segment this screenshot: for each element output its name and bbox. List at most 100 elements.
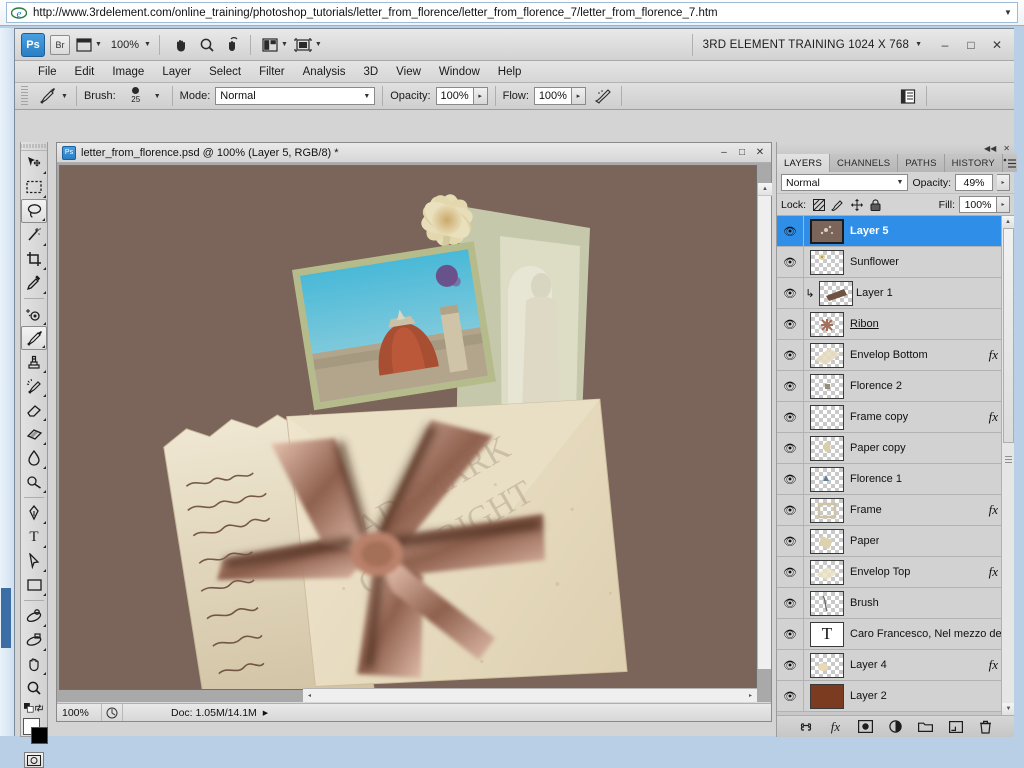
airbrush-toggle-button[interactable]	[592, 84, 614, 108]
layer-visibility-toggle[interactable]: 👁	[777, 371, 804, 401]
scroll-up-icon[interactable]: ▲	[758, 183, 772, 196]
layer-visibility-toggle[interactable]: 👁	[777, 247, 804, 277]
tab-history[interactable]: HISTORY	[944, 154, 1003, 172]
table-row[interactable]: 👁 T Caro Francesco, Nel mezzo de...	[777, 619, 1014, 650]
opacity-stepper[interactable]: ▸	[473, 87, 488, 105]
image-canvas[interactable]: TRADEMARK COPYRIGHT	[59, 165, 757, 690]
menu-filter[interactable]: Filter	[250, 61, 294, 83]
lock-all-icon[interactable]	[869, 198, 882, 211]
adjustment-layer-button[interactable]	[887, 719, 904, 735]
layer-name[interactable]: Frame	[850, 504, 882, 516]
brush-preset-picker[interactable]: 25	[121, 84, 151, 108]
launch-bridge-button[interactable]: Br	[49, 33, 71, 57]
document-title-bar[interactable]: Ps letter_from_florence.psd @ 100% (Laye…	[57, 143, 771, 163]
toolbox-grip[interactable]	[21, 142, 47, 151]
layer-visibility-toggle[interactable]: 👁	[777, 309, 804, 339]
layer-name[interactable]: Brush	[850, 597, 879, 609]
layer-name[interactable]: Envelop Bottom	[850, 349, 928, 361]
link-layers-button[interactable]	[797, 719, 814, 735]
layer-visibility-toggle[interactable]: 👁	[777, 619, 804, 649]
table-row[interactable]: 👁 Florence 2	[777, 371, 1014, 402]
tool-brush[interactable]	[21, 326, 47, 350]
table-row[interactable]: 👁 Layer 5	[777, 216, 1014, 247]
layer-name[interactable]: Caro Francesco, Nel mezzo de...	[850, 628, 1011, 640]
document-minimize-button[interactable]: –	[715, 144, 733, 162]
chevron-down-icon[interactable]: ▼	[154, 93, 161, 100]
layer-list[interactable]: 👁 Layer 5 👁 Sunflower 👁 ↳ Layer 1 👁 Ribo…	[777, 216, 1014, 715]
collapse-panel-icon[interactable]: ◀◀	[984, 144, 996, 153]
rotate-view-tool-button[interactable]	[222, 33, 244, 57]
panel-menu-icon[interactable]	[1002, 154, 1017, 172]
scroll-up-icon[interactable]: ▲	[1002, 216, 1014, 228]
tool-path-selection[interactable]	[21, 549, 47, 573]
tool-rectangular-marquee[interactable]	[21, 175, 47, 199]
table-row[interactable]: 👁 Paper copy	[777, 433, 1014, 464]
layer-name[interactable]: Ribon	[850, 318, 879, 330]
chevron-down-icon[interactable]: ▼	[915, 41, 922, 48]
tool-move[interactable]	[21, 151, 47, 175]
menu-file[interactable]: File	[29, 61, 66, 83]
menu-select[interactable]: Select	[200, 61, 250, 83]
tool-gradient[interactable]	[21, 422, 47, 446]
menu-edit[interactable]: Edit	[66, 61, 104, 83]
lock-image-pixels-icon[interactable]	[831, 198, 844, 211]
table-row[interactable]: 👁 Frame copy fx ▼	[777, 402, 1014, 433]
view-extras-button[interactable]: ▼	[75, 33, 103, 57]
tool-magic-wand[interactable]	[21, 223, 47, 247]
tool-horizontal-type[interactable]: T	[21, 525, 47, 549]
layer-thumbnail-cell[interactable]	[804, 683, 850, 709]
close-panel-icon[interactable]: ✕	[1003, 144, 1010, 153]
tab-channels[interactable]: CHANNELS	[830, 154, 899, 172]
layer-visibility-toggle[interactable]: 👁	[777, 588, 804, 618]
layer-name[interactable]: Paper	[850, 535, 879, 547]
status-zoom-value[interactable]: 100%	[57, 707, 101, 719]
layer-thumbnail-cell[interactable]	[804, 311, 850, 337]
layer-name[interactable]: Layer 2	[850, 690, 887, 702]
arrange-documents-button[interactable]: ▼	[261, 33, 289, 57]
fx-icon[interactable]: fx	[989, 657, 998, 673]
layer-visibility-toggle[interactable]: 👁	[777, 681, 804, 711]
new-group-button[interactable]	[917, 719, 934, 735]
fx-icon[interactable]: fx	[989, 409, 998, 425]
layer-thumbnail-cell[interactable]	[804, 342, 850, 368]
layer-thumbnail-cell[interactable]	[804, 497, 850, 523]
layer-name[interactable]: Frame copy	[850, 411, 908, 423]
layer-name[interactable]: Paper copy	[850, 442, 906, 454]
table-row[interactable]: 👁 Ribon	[777, 309, 1014, 340]
tool-eyedropper[interactable]	[21, 271, 47, 295]
fx-icon[interactable]: fx	[989, 502, 998, 518]
blend-mode-select[interactable]: Normal ▼	[215, 87, 376, 105]
layer-thumbnail-cell[interactable]	[804, 466, 850, 492]
tool-hand[interactable]	[21, 652, 47, 676]
fx-icon[interactable]: fx	[989, 347, 998, 363]
menu-layer[interactable]: Layer	[153, 61, 200, 83]
tool-rectangle-shape[interactable]	[21, 573, 47, 597]
tab-layers[interactable]: LAYERS	[777, 154, 830, 172]
layer-name[interactable]: Sunflower	[850, 256, 899, 268]
chevron-down-icon[interactable]: ▼	[999, 3, 1017, 22]
tool-pen[interactable]	[21, 501, 47, 525]
table-row[interactable]: 👁 ↳ Layer 1	[777, 278, 1014, 309]
layer-fill-input[interactable]: 100%	[959, 196, 997, 213]
tool-eraser[interactable]	[21, 398, 47, 422]
workspace-switcher[interactable]: 3RD ELEMENT TRAINING 1024 X 768 ▼ – □ ✕	[691, 29, 1014, 60]
layer-visibility-toggle[interactable]: 👁	[777, 278, 804, 308]
table-row[interactable]: 👁 Paper	[777, 526, 1014, 557]
zoom-tool-button[interactable]	[196, 33, 218, 57]
layer-scrollbar-thumb[interactable]	[1003, 228, 1014, 443]
address-bar[interactable]: e http://www.3rdelement.com/online_train…	[6, 2, 1018, 23]
layer-thumbnail-cell[interactable]	[804, 590, 850, 616]
toggle-panels-button[interactable]	[897, 84, 919, 108]
layer-name[interactable]: Florence 1	[850, 473, 902, 485]
canvas-horizontal-scrollbar[interactable]: ◂ ▸	[303, 688, 757, 702]
scroll-down-icon[interactable]: ▼	[1002, 703, 1014, 715]
layer-name[interactable]: Envelop Top	[850, 566, 910, 578]
app-minimize-button[interactable]: –	[932, 34, 958, 56]
layer-blend-mode-select[interactable]: Normal ▼	[781, 174, 909, 191]
document-close-button[interactable]: ✕	[751, 144, 769, 162]
menu-view[interactable]: View	[387, 61, 430, 83]
layer-thumbnail-cell[interactable]	[804, 652, 850, 678]
layer-name[interactable]: Layer 5	[850, 225, 889, 237]
flow-stepper[interactable]: ▸	[571, 87, 586, 105]
menu-image[interactable]: Image	[103, 61, 153, 83]
